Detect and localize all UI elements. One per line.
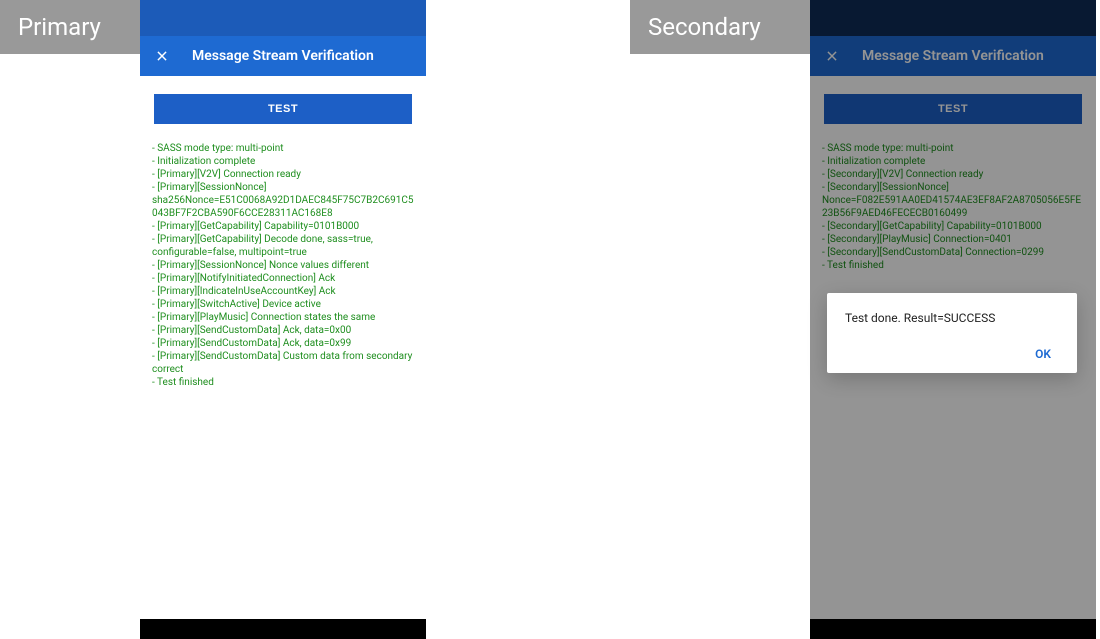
log-line: - [Primary][SwitchActive] Device active <box>152 298 414 311</box>
log-line: - [Secondary][GetCapability] Capability=… <box>822 220 1084 233</box>
log-line: - [Secondary][SendCustomData] Connection… <box>822 246 1084 259</box>
log-line: - [Primary][GetCapability] Decode done, … <box>152 233 414 259</box>
ok-button[interactable]: OK <box>1027 343 1059 365</box>
primary-appbar: Message Stream Verification <box>140 36 426 76</box>
close-icon[interactable] <box>824 48 840 64</box>
log-line: - SASS mode type: multi-point <box>822 142 1084 155</box>
primary-badge: Primary <box>0 0 140 54</box>
primary-phone: Message Stream Verification TEST - SASS … <box>140 0 426 639</box>
log-line: - [Secondary][PlayMusic] Connection=0401 <box>822 233 1084 246</box>
primary-content: TEST - SASS mode type: multi-point - Ini… <box>140 76 426 619</box>
log-line: - [Primary][SendCustomData] Custom data … <box>152 350 414 376</box>
secondary-statusbar <box>810 0 1096 36</box>
secondary-log: - SASS mode type: multi-point - Initiali… <box>820 142 1086 272</box>
secondary-appbar: Message Stream Verification <box>810 36 1096 76</box>
test-button[interactable]: TEST <box>824 94 1082 124</box>
log-line: - [Primary][IndicateInUseAccountKey] Ack <box>152 285 414 298</box>
log-line: - [Primary][SendCustomData] Ack, data=0x… <box>152 324 414 337</box>
secondary-badge: Secondary <box>630 0 810 54</box>
log-line: - Initialization complete <box>822 155 1084 168</box>
result-dialog: Test done. Result=SUCCESS OK <box>827 293 1077 373</box>
test-button[interactable]: TEST <box>154 94 412 124</box>
log-line: - Test finished <box>152 376 414 389</box>
primary-statusbar <box>140 0 426 36</box>
log-line: - Test finished <box>822 259 1084 272</box>
log-line: - [Primary][PlayMusic] Connection states… <box>152 311 414 324</box>
close-icon[interactable] <box>154 48 170 64</box>
primary-log: - SASS mode type: multi-point - Initiali… <box>150 142 416 389</box>
log-line: - [Primary][SendCustomData] Ack, data=0x… <box>152 337 414 350</box>
secondary-navbar <box>810 619 1096 639</box>
log-line: - [Primary][SessionNonce] sha256Nonce=E5… <box>152 181 414 220</box>
log-line: - [Primary][SessionNonce] Nonce values d… <box>152 259 414 272</box>
log-line: - [Primary][V2V] Connection ready <box>152 168 414 181</box>
primary-navbar <box>140 619 426 639</box>
log-line: - Initialization complete <box>152 155 414 168</box>
dialog-message: Test done. Result=SUCCESS <box>845 311 1059 325</box>
log-line: - [Secondary][SessionNonce] Nonce=F082E5… <box>822 181 1084 220</box>
log-line: - [Primary][NotifyInitiatedConnection] A… <box>152 272 414 285</box>
log-line: - SASS mode type: multi-point <box>152 142 414 155</box>
appbar-title: Message Stream Verification <box>862 48 1044 64</box>
log-line: - [Secondary][V2V] Connection ready <box>822 168 1084 181</box>
log-line: - [Primary][GetCapability] Capability=01… <box>152 220 414 233</box>
appbar-title: Message Stream Verification <box>192 48 374 64</box>
